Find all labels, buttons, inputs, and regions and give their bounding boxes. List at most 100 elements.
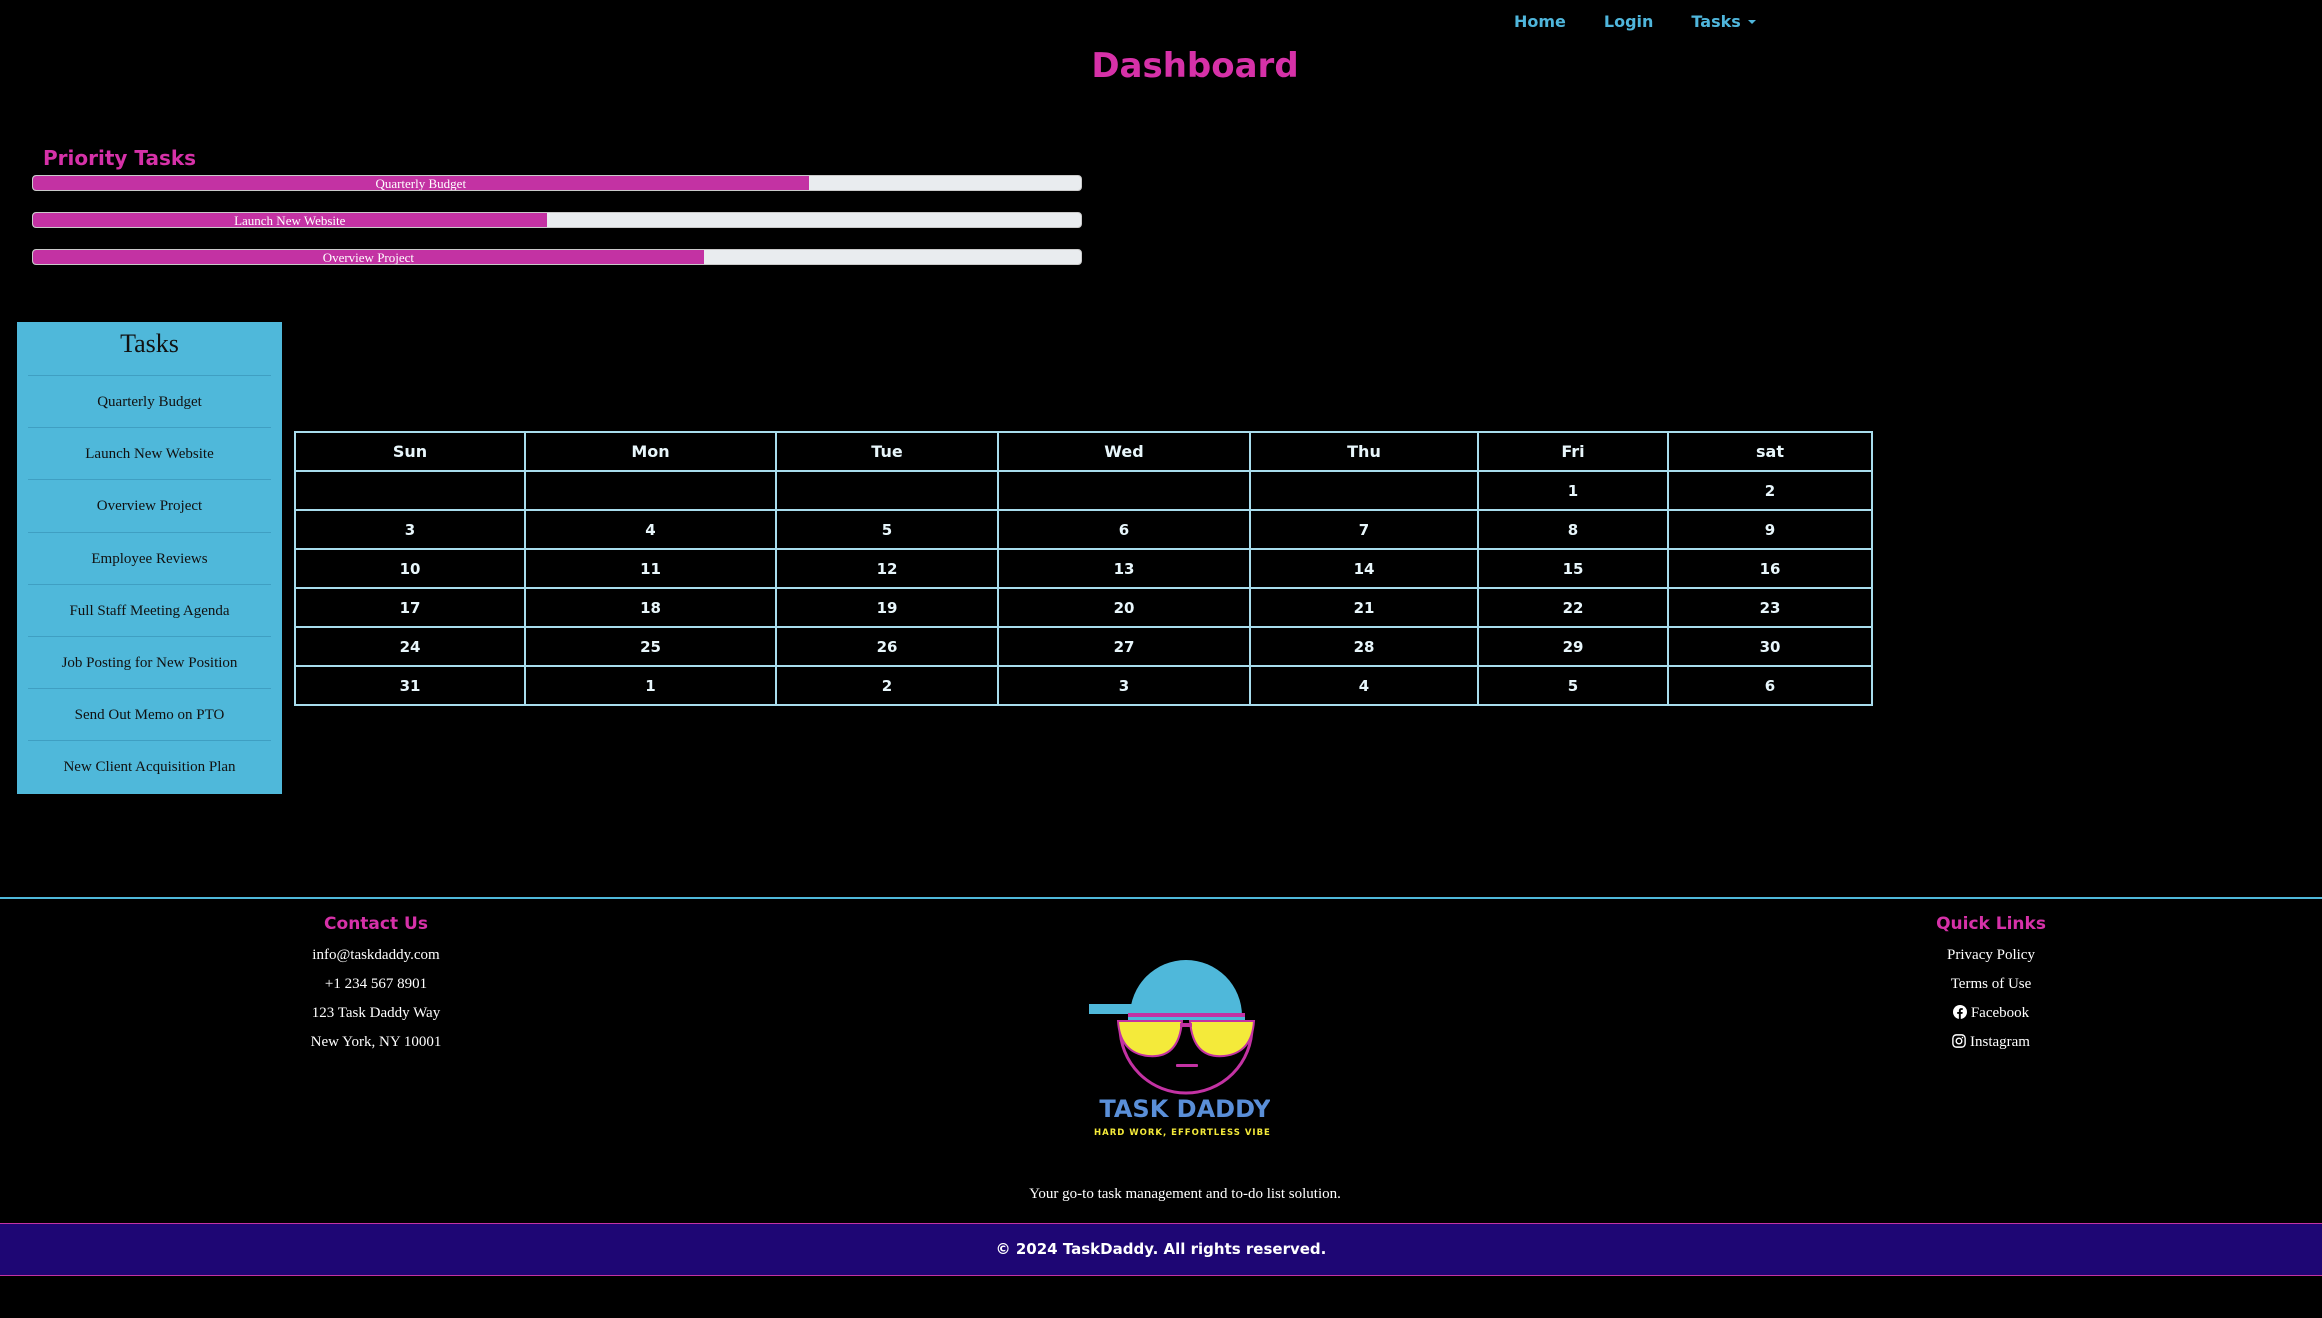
calendar-day-cell[interactable]: 4 [1249,665,1479,706]
calendar-week-row: 31 1 2 3 4 5 6 [294,665,1873,706]
calendar-day-cell[interactable]: 2 [1667,470,1873,511]
calendar-day-cell[interactable]: 18 [524,587,777,628]
task-sidebar: Tasks Quarterly Budget Launch New Websit… [17,322,282,794]
calendar-day-cell[interactable]: 20 [997,587,1251,628]
logo-graphic: TASK DADDY HARD WORK, EFFORTLESS VIBES [1089,960,1277,1138]
instagram-label: Instagram [1970,1034,2030,1050]
task-sidebar-title: Tasks [28,322,271,376]
calendar-day-cell[interactable]: 10 [294,548,526,589]
calendar-day-cell[interactable]: 4 [524,509,777,550]
calendar-day-cell[interactable]: 17 [294,587,526,628]
calendar-day-header: Wed [997,431,1251,472]
calendar-day-cell[interactable]: 21 [1249,587,1479,628]
calendar-day-cell[interactable]: 29 [1477,626,1669,667]
calendar-day-cell[interactable]: 5 [775,509,999,550]
calendar-day-header: Thu [1249,431,1479,472]
calendar-week-row: 24 25 26 27 28 29 30 [294,626,1873,667]
top-nav: Home Login Tasks [1514,12,1756,31]
calendar-week-row: 12 [294,470,1873,511]
calendar-day-cell[interactable]: 8 [1477,509,1669,550]
calendar-day-cell[interactable]: 3 [997,665,1251,706]
priority-progress-bar: Overview Project [32,249,1082,265]
nav-home-link[interactable]: Home [1514,12,1566,31]
terms-of-use-link[interactable]: Terms of Use [1890,970,2092,999]
priority-progress-bar: Launch New Website [32,212,1082,228]
calendar-day-cell[interactable]: 24 [294,626,526,667]
calendar-day-header: Mon [524,431,777,472]
calendar-day-cell[interactable]: 1 [1477,470,1669,511]
instagram-icon [1952,1034,1966,1048]
calendar-day-cell[interactable]: 7 [1249,509,1479,550]
page-title: Dashboard [1091,46,1299,86]
calendar-day-cell[interactable]: 2 [775,665,999,706]
calendar-day-cell[interactable]: 11 [524,548,777,589]
calendar-day-cell[interactable] [294,470,526,511]
calendar-day-cell[interactable]: 22 [1477,587,1669,628]
contact-title: Contact Us [324,914,428,934]
calendar-day-cell[interactable] [775,470,999,511]
task-list-item[interactable]: Quarterly Budget [28,376,271,429]
calendar-day-cell[interactable] [1249,470,1479,511]
chevron-down-icon [1747,20,1756,24]
calendar-day-cell[interactable]: 26 [775,626,999,667]
calendar-day-cell[interactable]: 9 [1667,509,1873,550]
contact-city: New York, NY 10001 [310,1034,442,1050]
task-list-item[interactable]: New Client Acquisition Plan [28,741,271,793]
contact-street: 123 Task Daddy Way [311,1005,441,1021]
calendar-day-cell[interactable]: 16 [1667,548,1873,589]
quick-links-section: Quick Links Privacy Policy Terms of Use … [1890,914,2092,1057]
calendar-week-row: 10 11 12 13 14 15 16 [294,548,1873,589]
calendar-body: 1 2 3 4 5 6 7 8 9 10 11 12 13 14 15 16 17 18 19 20 21 22 23 24 2… [294,470,1873,706]
copyright-bar: © 2024 TaskDaddy. All rights reserved. [0,1223,2322,1276]
task-list-item[interactable]: Full Staff Meeting Agenda [28,585,271,637]
calendar-day-cell[interactable]: 12 [775,548,999,589]
calendar-day-cell[interactable] [524,470,777,511]
calendar-day-cell[interactable]: 13 [997,548,1251,589]
nav-tasks-dropdown[interactable]: Tasks [1691,12,1756,31]
calendar-day-cell[interactable]: 19 [775,587,999,628]
contact-phone: +1 234 567 8901 [324,976,428,992]
calendar-day-cell[interactable]: 5 [1477,665,1669,706]
calendar-day-cell[interactable]: 6 [1667,665,1873,706]
logo-name: TASK DADDY [1099,1095,1270,1123]
calendar-day-header: Tue [775,431,999,472]
calendar-week-row: 17 18 19 20 21 22 23 [294,587,1873,628]
quick-links-title: Quick Links [1936,914,2046,934]
calendar-header-row: Sun Mon Tue Wed Thu Fri sat [294,431,1873,472]
task-list-item[interactable]: Launch New Website [28,428,271,481]
calendar-day-cell[interactable]: 27 [997,626,1251,667]
calendar-day-cell[interactable]: 14 [1249,548,1479,589]
calendar: Sun Mon Tue Wed Thu Fri sat 1 2 3 4 5 6 7 8 9 10 1… [294,431,1873,706]
calendar-day-cell[interactable]: 15 [1477,548,1669,589]
task-list-item[interactable]: Send Out Memo on PTO [28,689,271,742]
priority-progress-fill: Quarterly Budget [33,176,809,190]
priority-progress-bar: Quarterly Budget [32,175,1082,191]
calendar-week-row: 3456789 [294,509,1873,550]
task-list-item[interactable]: Employee Reviews [28,533,271,585]
calendar-day-cell[interactable]: 1 [524,665,777,706]
task-list-item[interactable]: Job Posting for New Position [28,637,271,690]
nav-login-link[interactable]: Login [1604,12,1654,31]
task-list-item[interactable]: Overview Project [28,480,271,533]
calendar-day-cell[interactable]: 25 [524,626,777,667]
calendar-day-cell[interactable] [997,470,1251,511]
calendar-day-cell[interactable]: 6 [997,509,1251,550]
footer-tagline: Your go-to task management and to-do lis… [1029,1186,1341,1202]
instagram-link[interactable]: Instagram [1890,1028,2092,1057]
calendar-day-header: Fri [1477,431,1669,472]
facebook-icon [1952,1005,1967,1019]
priority-progress-fill: Overview Project [33,250,704,264]
calendar-day-cell[interactable]: 30 [1667,626,1873,667]
task-daddy-logo: TASK DADDY HARD WORK, EFFORTLESS VIBES [1086,935,1277,1145]
contact-email: info@taskdaddy.com [312,947,440,963]
task-list: Quarterly Budget Launch New Website Over… [28,376,271,794]
contact-section: Contact Us info@taskdaddy.com +1 234 567… [276,914,476,1057]
facebook-link[interactable]: Facebook [1890,999,2092,1028]
calendar-day-cell[interactable]: 28 [1249,626,1479,667]
privacy-policy-link[interactable]: Privacy Policy [1890,941,2092,970]
calendar-day-cell[interactable]: 23 [1667,587,1873,628]
calendar-day-header: sat [1667,431,1873,472]
calendar-day-cell[interactable]: 3 [294,509,526,550]
calendar-day-cell[interactable]: 31 [294,665,526,706]
copyright-text: © 2024 TaskDaddy. All rights reserved. [995,1240,1327,1258]
